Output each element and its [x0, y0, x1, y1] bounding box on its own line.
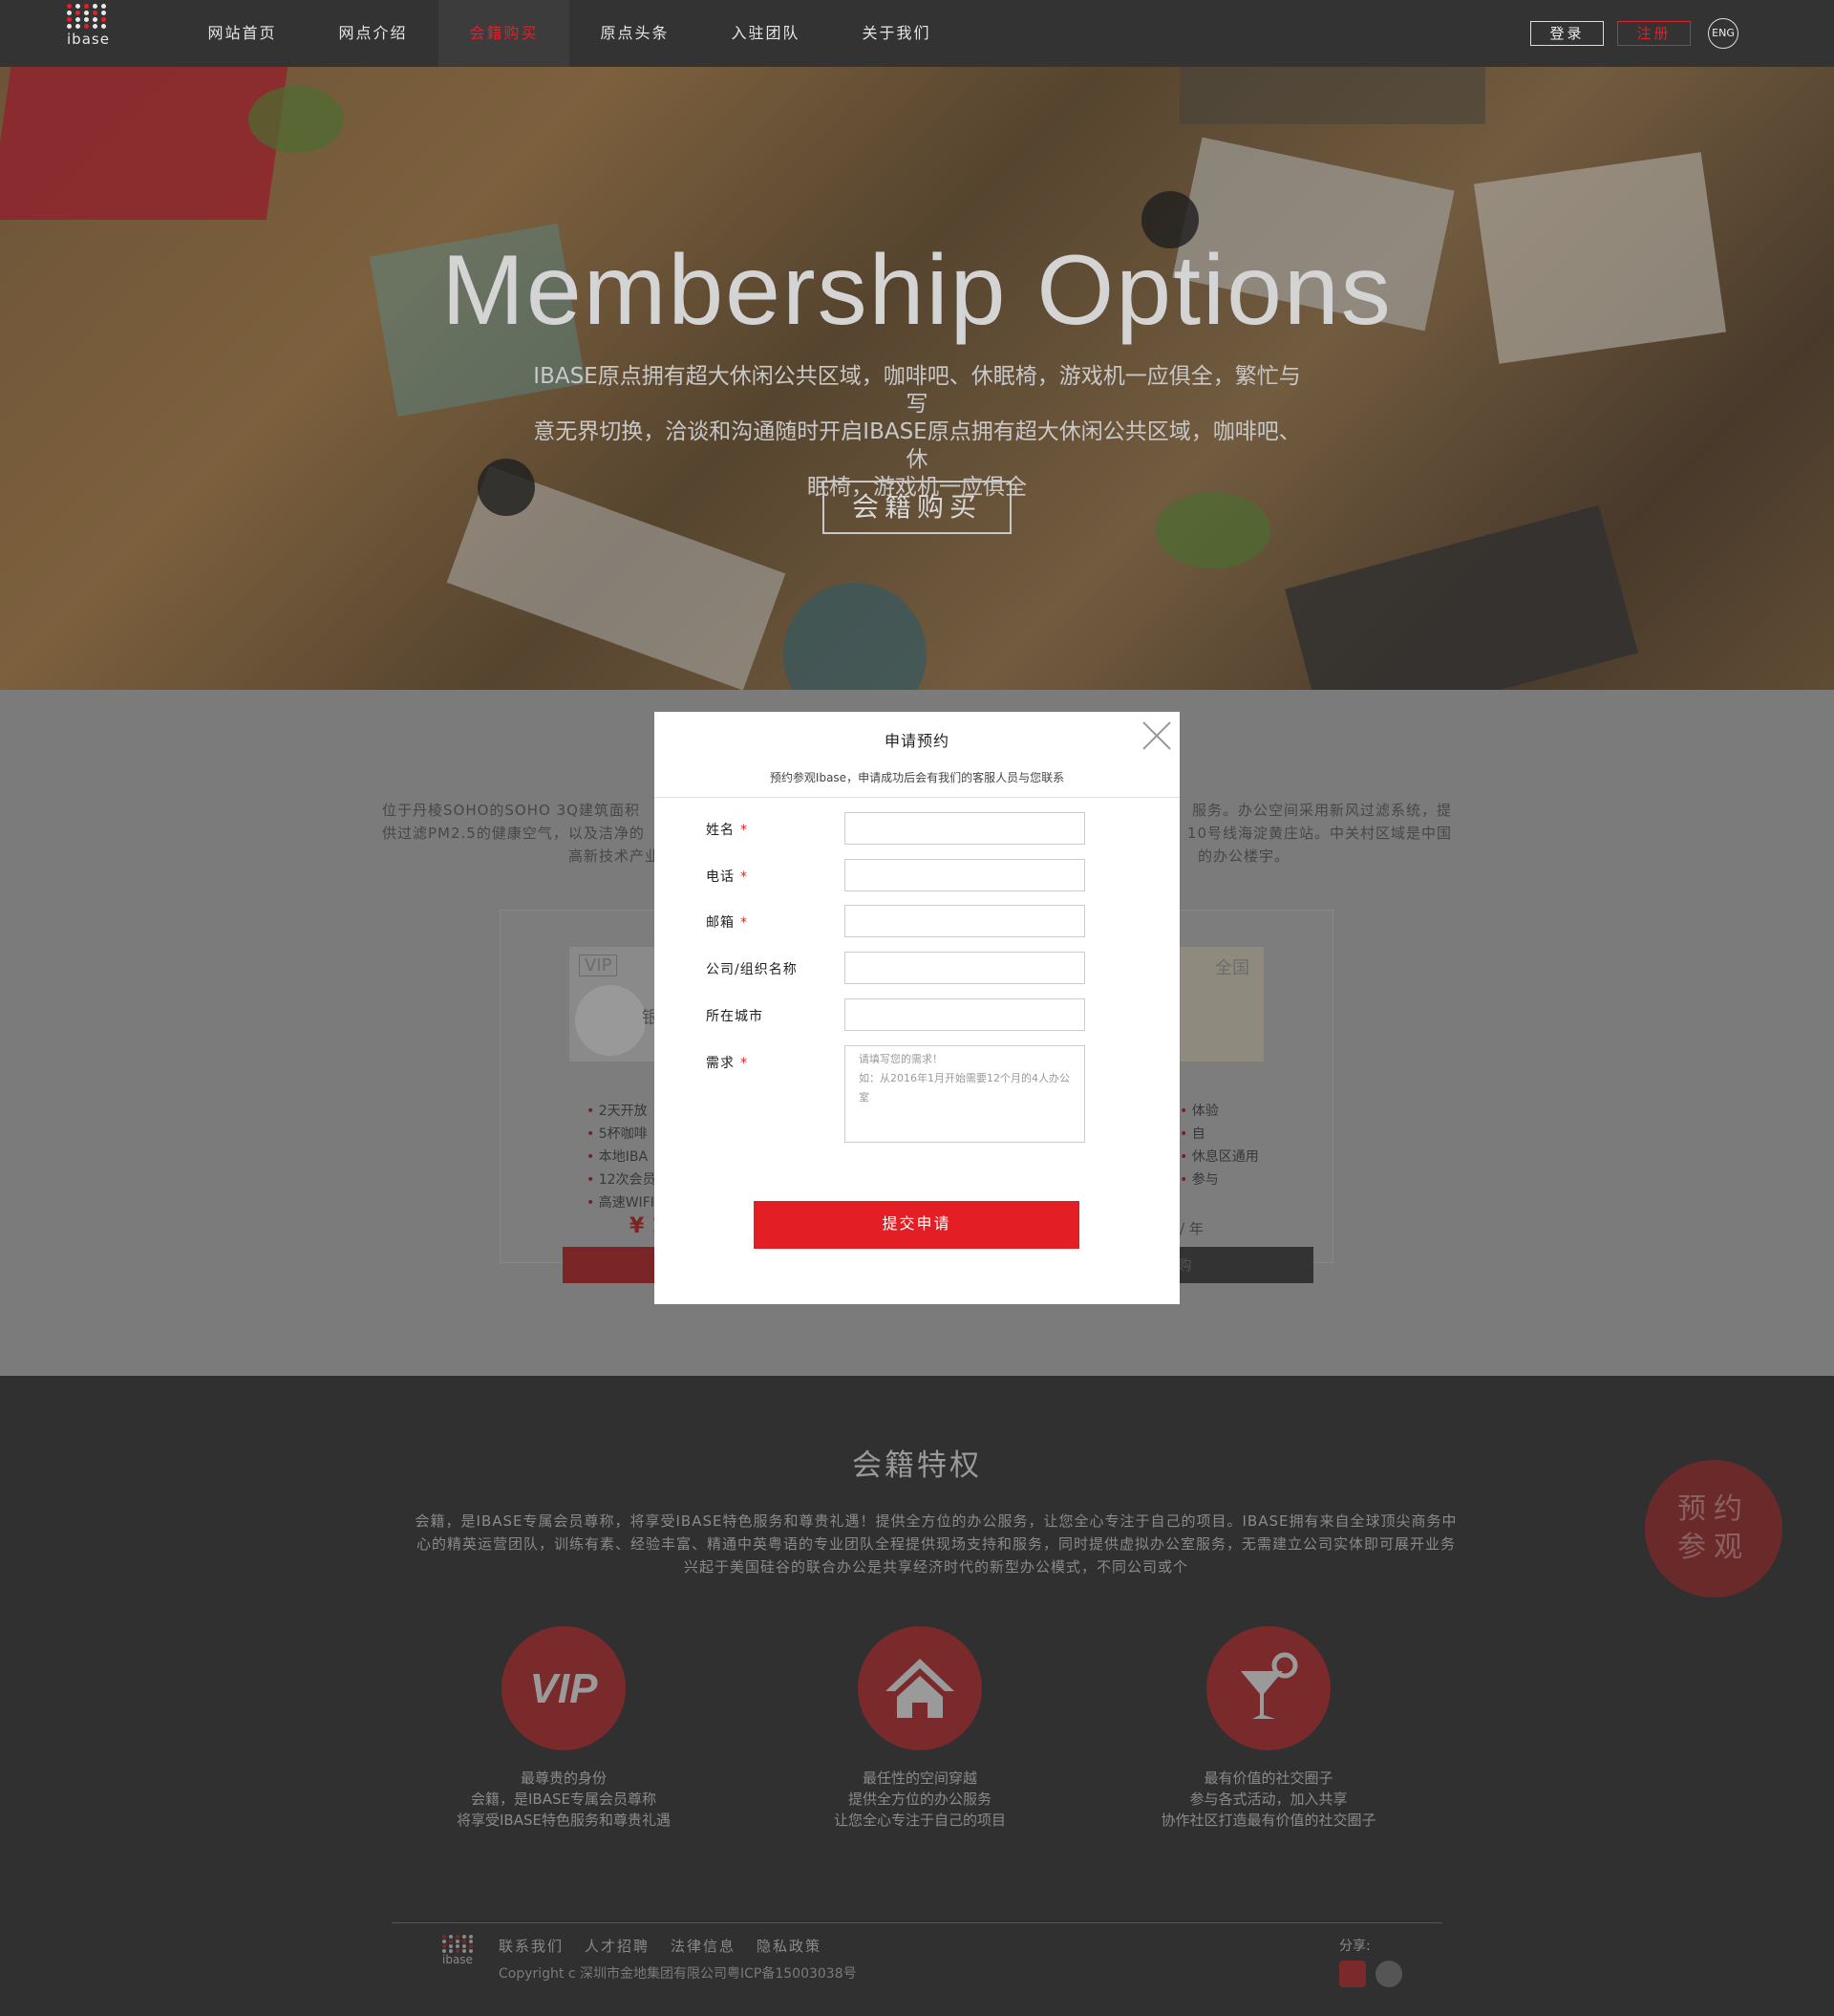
footer-logo[interactable]: ibase: [442, 1935, 475, 1966]
card-features: 体验 自 休息区通用 参与: [1180, 1100, 1259, 1191]
svg-text:VIP: VIP: [530, 1665, 599, 1712]
form-row-name: 姓名 *: [706, 812, 1145, 845]
form-row-need: 需求 *: [706, 1045, 1145, 1143]
privilege-item: 最任性的空间穿越 提供全方位的办公服务 让您全心专注于自己的项目: [777, 1626, 1063, 1831]
booking-modal: 申请预约 预约参观Ibase，申请成功后会有我们的客服人员与您联系 姓名 * 电话…: [654, 712, 1180, 1304]
wechat-icon[interactable]: [1376, 1961, 1402, 1987]
main-menu: 网站首页 网点介绍 会籍购买 原点头条 入驻团队 关于我们: [177, 0, 962, 67]
vip-badge: VIP: [579, 954, 618, 976]
nav-item-news[interactable]: 原点头条: [569, 0, 700, 67]
phone-input[interactable]: [844, 859, 1085, 891]
footer-links: 联系我们 人才招聘 法律信息 隐私政策: [499, 1936, 821, 1956]
company-input[interactable]: [844, 952, 1085, 984]
form-row-email: 邮箱 *: [706, 905, 1145, 937]
privilege-item: 最有价值的社交圈子 参与各式活动，加入共享 协作社区打造最有价值的社交圈子: [1125, 1626, 1412, 1831]
form-row-city: 所在城市: [706, 998, 1145, 1031]
language-toggle[interactable]: ENG: [1708, 18, 1738, 49]
register-button[interactable]: 注册: [1617, 21, 1691, 46]
nav-item-membership[interactable]: 会籍购买: [438, 0, 569, 67]
share-icons: [1339, 1961, 1402, 1987]
privilege-item: VIP 最尊贵的身份 会籍，是IBASE专属会员尊称 将享受IBASE特色服务和…: [420, 1626, 707, 1831]
submit-button[interactable]: 提交申请: [754, 1201, 1079, 1249]
modal-title: 申请预约: [884, 732, 949, 750]
modal-subtitle: 预约参观Ibase，申请成功后会有我们的客服人员与您联系: [769, 771, 1065, 784]
nav-item-teams[interactable]: 入驻团队: [700, 0, 831, 67]
form-row-phone: 电话 *: [706, 859, 1145, 891]
logo-text: ibase: [67, 31, 110, 48]
footer-link-jobs[interactable]: 人才招聘: [585, 1936, 650, 1956]
weibo-icon[interactable]: [1339, 1961, 1366, 1987]
form-row-company: 公司/组织名称: [706, 952, 1145, 984]
card-features: 2天开放 5杯咖啡 本地IBA 12次会员 高速WIFI: [586, 1100, 656, 1214]
copyright: Copyright c 深圳市金地集团有限公司粤ICP备15003038号: [499, 1966, 857, 1982]
card-price: / 年: [1180, 1220, 1204, 1237]
share-label: 分享:: [1339, 1939, 1371, 1954]
login-button[interactable]: 登录: [1530, 21, 1604, 46]
top-nav: ibase 网站首页 网点介绍 会籍购买 原点头条 入驻团队 关于我们 登录 注…: [0, 0, 1834, 67]
footer-divider: [392, 1922, 1442, 1923]
city-input[interactable]: [844, 998, 1085, 1031]
footer-link-legal[interactable]: 法律信息: [671, 1936, 736, 1956]
house-icon: [858, 1626, 982, 1750]
region-badge: 全国: [1215, 958, 1249, 978]
vip-icon: VIP: [501, 1626, 626, 1750]
email-input[interactable]: [844, 905, 1085, 937]
nav-item-locations[interactable]: 网点介绍: [308, 0, 438, 67]
footer: ibase 联系我们 人才招聘 法律信息 隐私政策 Copyright c 深圳…: [0, 1920, 1834, 2016]
privileges-title: 会籍特权: [852, 1448, 982, 1483]
name-input[interactable]: [844, 812, 1085, 845]
modal-divider: [654, 797, 1180, 798]
card-emblem: [575, 985, 646, 1056]
cocktail-icon: [1206, 1626, 1331, 1750]
book-visit-floating-button[interactable]: 预约 参观: [1645, 1460, 1782, 1598]
hero-buy-button[interactable]: 会籍购买: [822, 481, 1012, 534]
privileges-description: 会籍，是IBASE专属会员尊称，将享受IBASE特色服务和尊贵礼遇！提供全方位的…: [415, 1512, 1458, 1576]
hero-banner: Membership Options IBASE原点拥有超大休闲公共区域，咖啡吧…: [0, 67, 1834, 690]
hero-title: Membership Options: [441, 235, 1393, 346]
privileges-section: 会籍特权 会籍，是IBASE专属会员尊称，将享受IBASE特色服务和尊贵礼遇！提…: [0, 1376, 1834, 1920]
logo-dots: [67, 4, 115, 29]
footer-link-contact[interactable]: 联系我们: [499, 1936, 564, 1956]
logo[interactable]: ibase: [67, 4, 115, 63]
nav-item-about[interactable]: 关于我们: [831, 0, 962, 67]
footer-link-privacy[interactable]: 隐私政策: [757, 1936, 821, 1956]
nav-item-home[interactable]: 网站首页: [177, 0, 308, 67]
need-textarea[interactable]: [844, 1045, 1085, 1143]
close-icon[interactable]: [1140, 718, 1174, 753]
